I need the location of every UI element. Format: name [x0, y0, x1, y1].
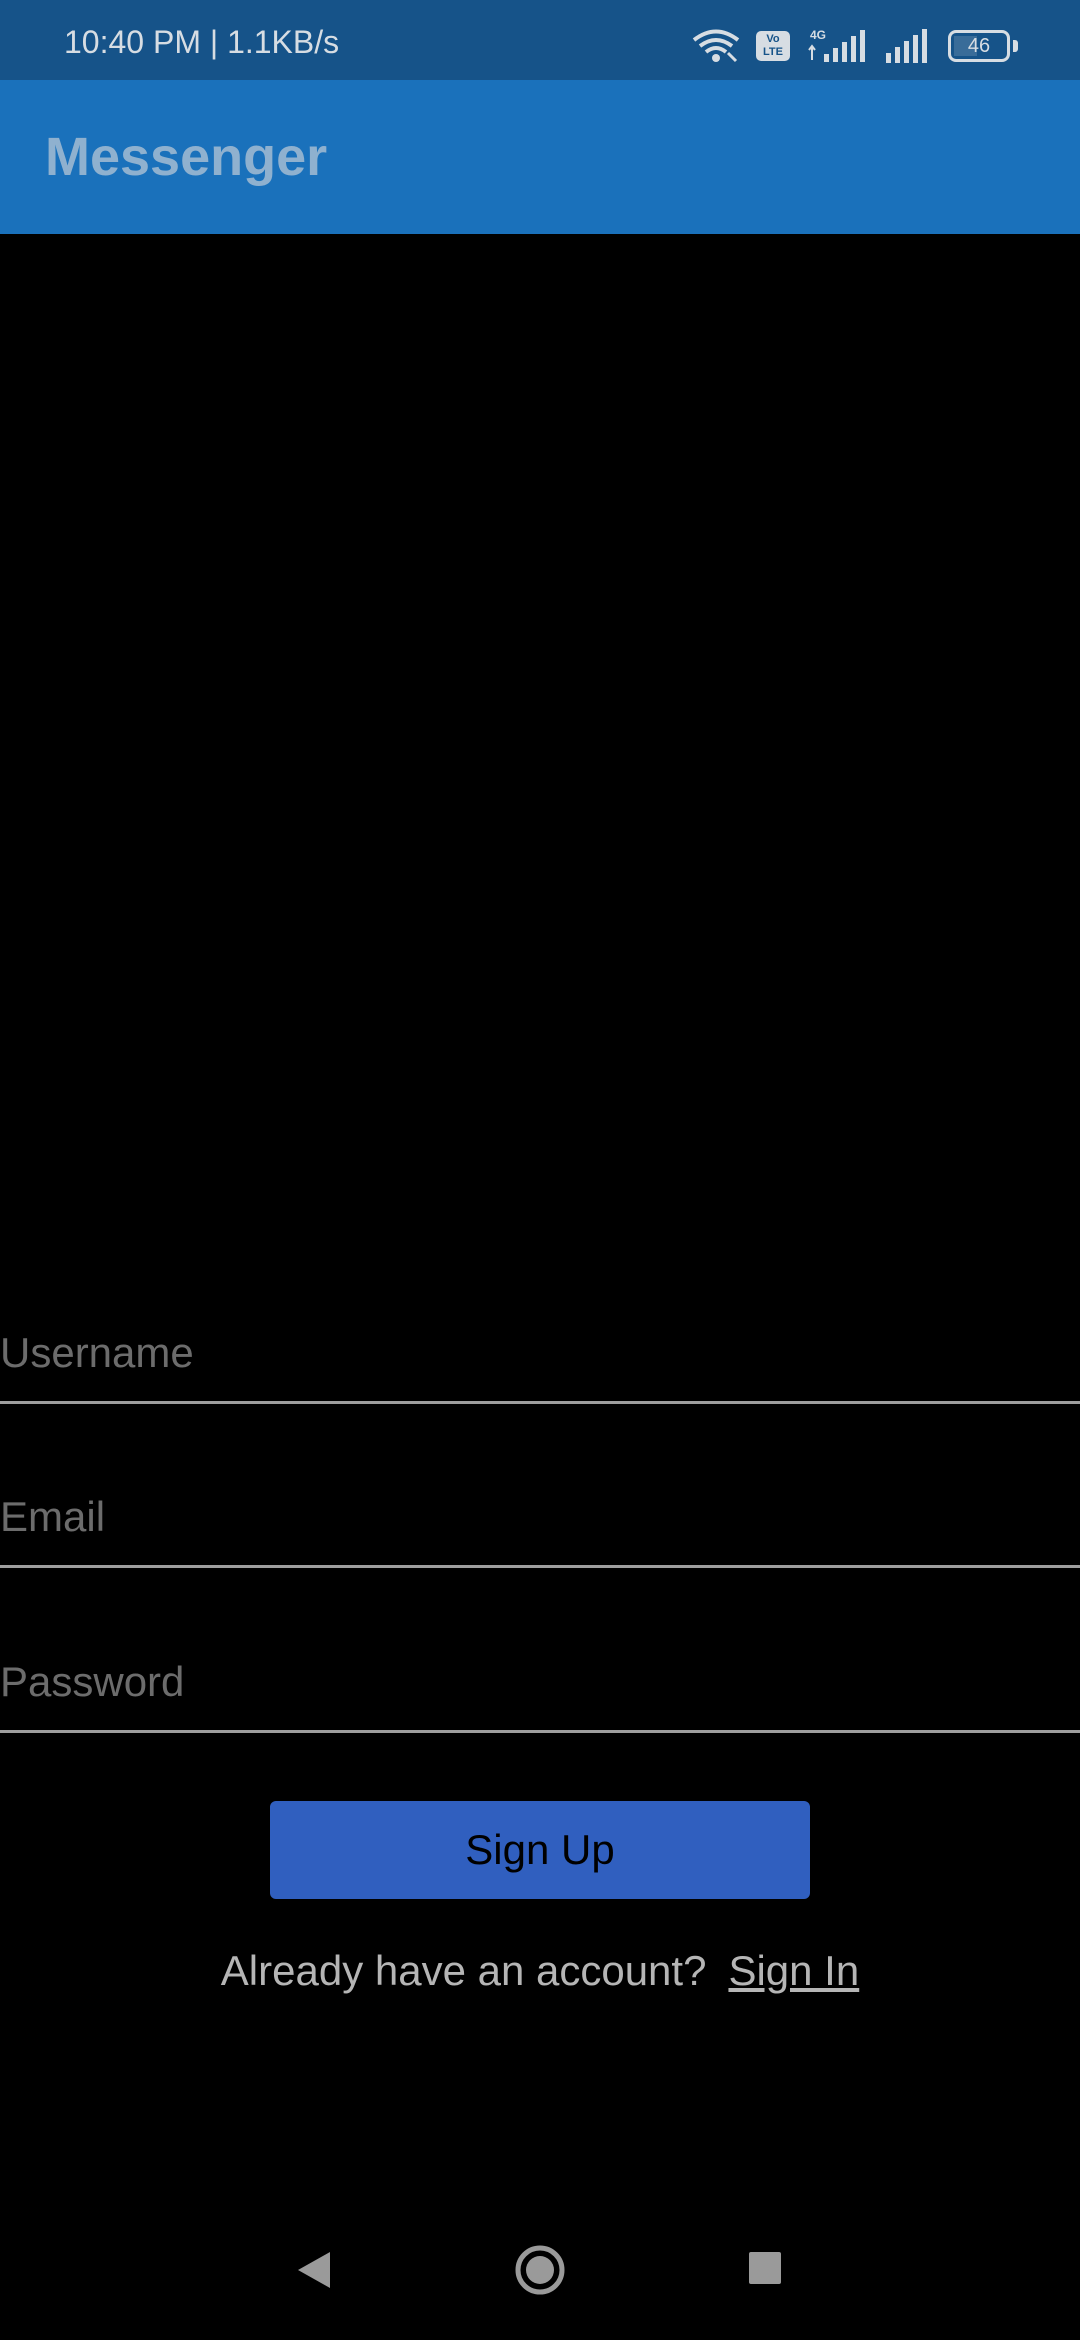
- password-field[interactable]: [0, 1633, 1080, 1733]
- navigation-bar: [0, 2222, 1080, 2332]
- app-bar: Messenger: [0, 80, 1080, 234]
- already-have-account-text: Already have an account?: [220, 1947, 707, 1994]
- home-icon[interactable]: [514, 2244, 566, 2296]
- mobile-signal-4g: 4G: [806, 28, 870, 64]
- signal-icon: [808, 30, 865, 62]
- email-field[interactable]: [0, 1468, 1080, 1568]
- battery-icon: 46: [948, 30, 1018, 62]
- recents-icon[interactable]: [747, 2250, 783, 2286]
- status-icons: Vo LTE 4G 46: [692, 28, 1018, 64]
- signin-prompt: Already have an account? Sign In: [0, 1947, 1080, 1995]
- signin-link[interactable]: Sign In: [728, 1947, 859, 1994]
- signup-button-label: Sign Up: [465, 1826, 615, 1873]
- app-title: Messenger: [45, 127, 328, 187]
- battery-level: 46: [967, 35, 991, 57]
- signal-icon-2: [886, 29, 927, 63]
- signup-button[interactable]: Sign Up: [270, 1801, 810, 1899]
- wifi-icon: [692, 29, 740, 63]
- status-bar: 10:40 PM | 1.1KB/s Vo LTE 4G 46: [0, 0, 1080, 80]
- volte-badge: Vo LTE: [756, 31, 790, 61]
- username-field[interactable]: [0, 1304, 1080, 1404]
- back-icon[interactable]: [296, 2250, 332, 2290]
- status-time: 10:40 PM | 1.1KB/s: [64, 24, 340, 60]
